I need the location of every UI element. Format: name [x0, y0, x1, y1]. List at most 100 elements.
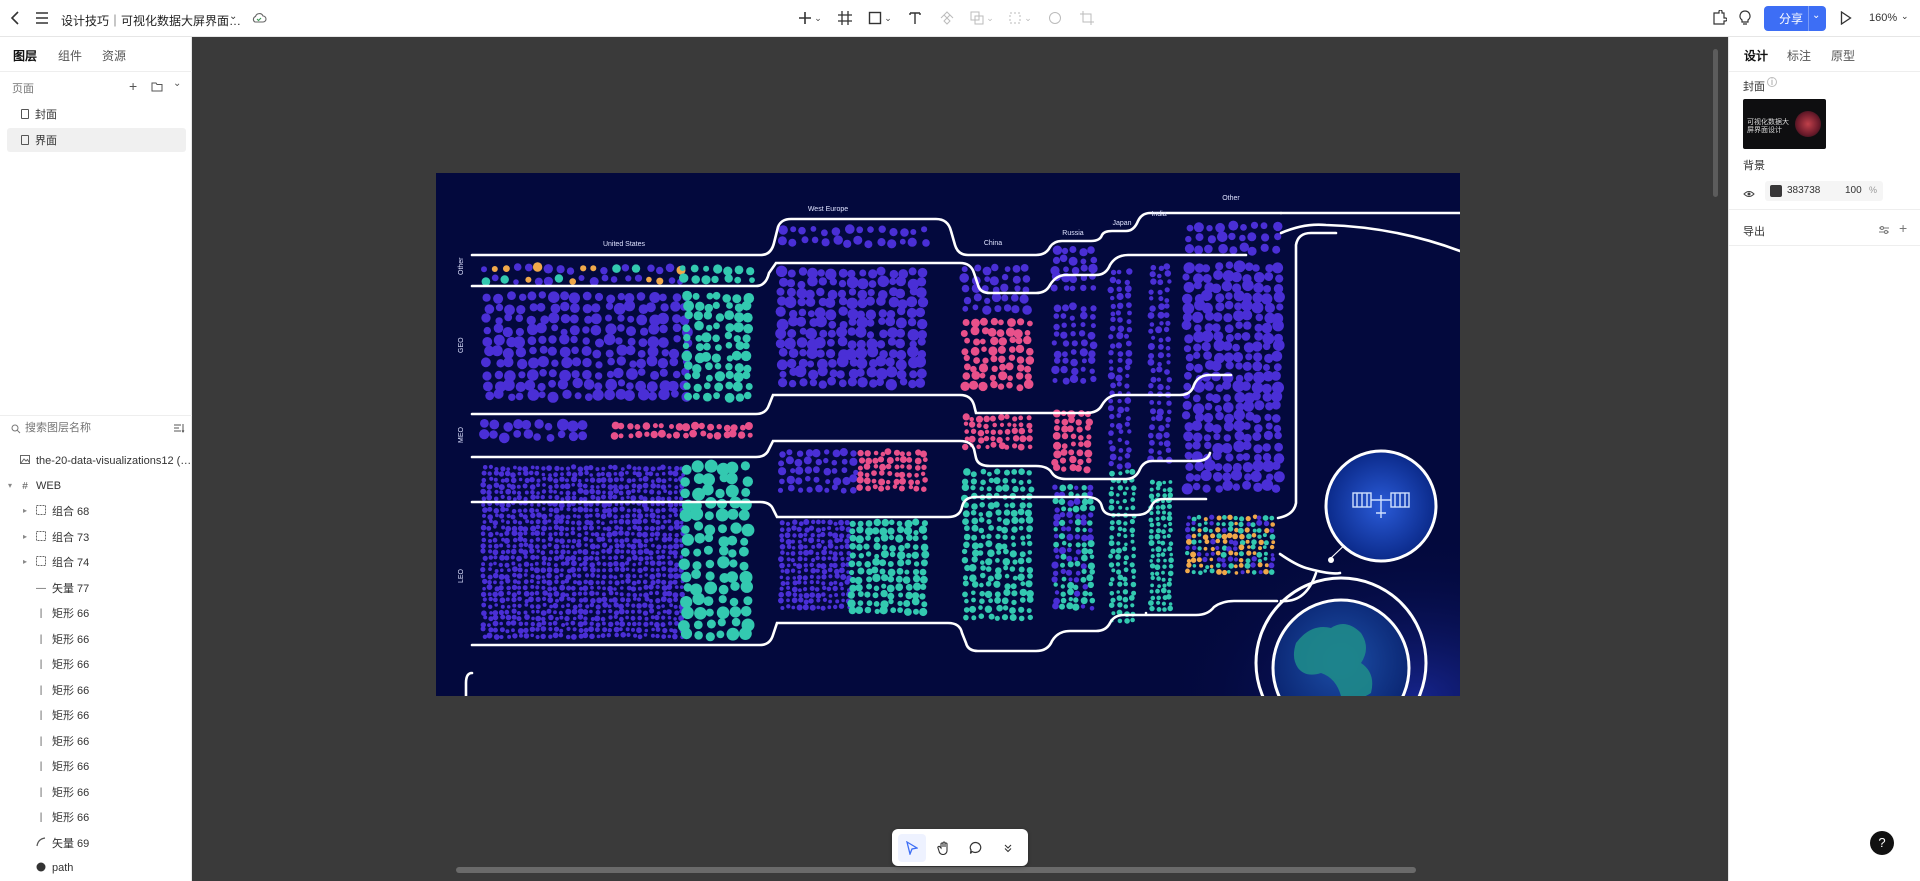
- page-item-interface[interactable]: 界面: [7, 128, 186, 152]
- cover-thumbnail[interactable]: 可视化数据大屏界面设计: [1743, 99, 1826, 149]
- tab-assets[interactable]: 资源: [102, 47, 126, 64]
- satellite-dot: [897, 526, 905, 534]
- bulb-icon[interactable]: [1738, 10, 1752, 29]
- satellite-dot: [500, 506, 506, 513]
- satellite-dot: [1228, 563, 1234, 569]
- tab-design[interactable]: 设计: [1744, 47, 1768, 64]
- tab-layers[interactable]: 图层: [13, 47, 37, 64]
- satellite-dot: [541, 560, 547, 566]
- satellite-dot: [644, 555, 650, 561]
- share-dropdown-icon[interactable]: ⌄: [1812, 10, 1820, 21]
- page-item-cover[interactable]: 封面: [7, 102, 186, 126]
- mask-icon[interactable]: ⌄: [1003, 4, 1037, 32]
- title-dropdown-icon[interactable]: ⌄: [229, 11, 237, 22]
- satellite-dot: [668, 514, 672, 518]
- satellite-dot: [1269, 528, 1275, 533]
- layer-item[interactable]: | 矩形 66: [0, 805, 192, 829]
- expand-caret-icon[interactable]: ▾: [8, 481, 12, 490]
- back-chevron-icon[interactable]: [8, 9, 22, 27]
- satellite-dot: [583, 489, 589, 495]
- crop-icon[interactable]: [1073, 4, 1101, 32]
- frame-tool-icon[interactable]: [831, 4, 859, 32]
- folder-icon[interactable]: [151, 81, 163, 95]
- tab-prototype[interactable]: 原型: [1831, 47, 1855, 64]
- layer-item[interactable]: | 矩形 66: [0, 601, 192, 625]
- zoom-level[interactable]: 160%: [1869, 12, 1897, 24]
- rectangle-tool-icon[interactable]: ⌄: [863, 4, 897, 32]
- satellite-dot: [1164, 270, 1172, 277]
- filter-icon[interactable]: [173, 422, 185, 436]
- hand-icon[interactable]: [930, 834, 958, 862]
- satellite-dot: [906, 464, 912, 470]
- satellite-dot: [1155, 528, 1162, 534]
- satellite-dot: [668, 507, 673, 512]
- layer-item[interactable]: — 矢量 77: [0, 576, 192, 600]
- satellite-dot: [595, 544, 601, 549]
- layer-item[interactable]: ▸ 组合 73: [0, 525, 192, 549]
- add-export-icon[interactable]: +: [1899, 220, 1907, 236]
- satellite-dot: [854, 576, 863, 585]
- satellite-dot: [1076, 426, 1083, 433]
- plugin-icon[interactable]: [1711, 9, 1728, 29]
- horizontal-scrollbar[interactable]: [456, 867, 1416, 873]
- eye-icon[interactable]: [1743, 187, 1755, 201]
- artboard[interactable]: United States West Europe China Russia J…: [436, 173, 1460, 696]
- more-tools-icon[interactable]: [994, 834, 1022, 862]
- menu-icon[interactable]: [34, 10, 50, 26]
- collapse-pages-icon[interactable]: ⌄: [173, 78, 181, 89]
- share-button[interactable]: 分享 ⌄: [1764, 6, 1826, 31]
- canvas[interactable]: United States West Europe China Russia J…: [192, 37, 1728, 881]
- circle-icon[interactable]: [1041, 4, 1069, 32]
- boolean-icon[interactable]: ⌄: [965, 4, 999, 32]
- help-button[interactable]: ?: [1870, 831, 1894, 855]
- layer-item[interactable]: | 矩形 66: [0, 627, 192, 651]
- layer-item[interactable]: | 矩形 66: [0, 729, 192, 753]
- satellite-dot: [1243, 372, 1254, 382]
- satellite-dot: [606, 531, 613, 538]
- satellite-dot: [1078, 441, 1084, 448]
- comment-icon[interactable]: [962, 834, 990, 862]
- satellite-dot: [1127, 310, 1132, 316]
- satellite-dot: [876, 266, 886, 276]
- satellite-dot: [977, 429, 985, 437]
- layer-item[interactable]: | 矩形 66: [0, 652, 192, 676]
- play-icon[interactable]: [1840, 10, 1852, 28]
- document-title[interactable]: 设计技巧｜可视化数据大屏界面…: [61, 12, 241, 29]
- text-tool-icon[interactable]: [901, 4, 929, 32]
- tab-annotate[interactable]: 标注: [1787, 47, 1811, 64]
- layer-item[interactable]: ▾ # WEB: [0, 474, 192, 498]
- expand-caret-icon[interactable]: ▸: [23, 557, 27, 566]
- layer-item[interactable]: | 矩形 66: [0, 703, 192, 727]
- layer-item[interactable]: ▸ 组合 74: [0, 550, 192, 574]
- expand-caret-icon[interactable]: ▸: [23, 506, 27, 515]
- add-page-icon[interactable]: +: [129, 78, 137, 94]
- component-icon[interactable]: [933, 4, 961, 32]
- expand-caret-icon[interactable]: ▸: [23, 532, 27, 541]
- layer-item[interactable]: | 矩形 66: [0, 780, 192, 804]
- satellite-dot: [594, 615, 601, 622]
- layer-item[interactable]: | 矩形 66: [0, 678, 192, 702]
- satellite-dot: [1016, 372, 1024, 380]
- layer-item[interactable]: ▸ 组合 68: [0, 499, 192, 523]
- satellite-dot: [1166, 353, 1171, 358]
- add-icon[interactable]: ⌄: [793, 4, 827, 32]
- vertical-scrollbar[interactable]: [1713, 49, 1718, 197]
- layer-search-input[interactable]: [25, 418, 165, 438]
- zoom-dropdown-icon[interactable]: ⌄: [1901, 11, 1909, 22]
- background-opacity[interactable]: 100: [1845, 185, 1862, 196]
- pointer-icon[interactable]: [898, 833, 926, 862]
- satellite-dot: [831, 227, 841, 236]
- satellite-dot: [506, 502, 511, 508]
- satellite-dot: [703, 545, 713, 555]
- layer-item[interactable]: | 矩形 66: [0, 754, 192, 778]
- satellite-dot: [895, 359, 907, 371]
- tab-components[interactable]: 组件: [58, 47, 82, 64]
- background-color-field[interactable]: 383738 100 %: [1765, 181, 1883, 201]
- export-settings-icon[interactable]: [1878, 224, 1890, 238]
- layer-item[interactable]: the-20-data-visualizations12 (…: [0, 449, 192, 473]
- satellite-dot: [526, 315, 536, 326]
- layer-item[interactable]: path: [0, 856, 192, 880]
- layer-item[interactable]: 矢量 69: [0, 831, 192, 855]
- color-swatch[interactable]: [1770, 185, 1782, 197]
- background-hex[interactable]: 383738: [1787, 185, 1820, 196]
